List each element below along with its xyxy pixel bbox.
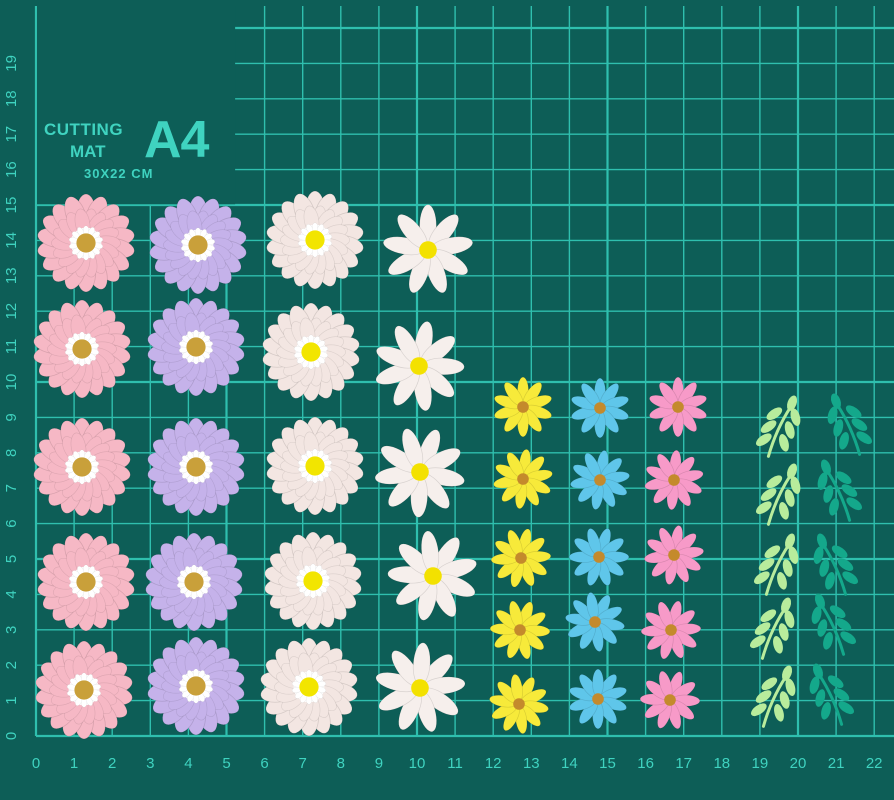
y-tick-label: 8 <box>3 449 20 457</box>
x-tick-label: 21 <box>828 755 845 772</box>
y-tick-label: 18 <box>3 90 20 107</box>
x-tick-label: 9 <box>375 755 383 772</box>
x-tick-label: 17 <box>675 755 692 772</box>
y-tick-label: 7 <box>3 484 20 492</box>
x-tick-label: 1 <box>70 755 78 772</box>
x-tick-label: 0 <box>32 755 40 772</box>
y-tick-label: 10 <box>3 374 20 391</box>
y-tick-label: 2 <box>3 661 20 669</box>
x-tick-label: 12 <box>485 755 502 772</box>
mat-size-label: A4 <box>144 111 209 169</box>
x-tick-label: 5 <box>222 755 230 772</box>
y-tick-label: 11 <box>3 339 20 355</box>
mat-label-mat: MAT <box>70 142 106 161</box>
x-tick-label: 3 <box>146 755 154 772</box>
x-tick-label: 19 <box>752 755 769 772</box>
y-tick-label: 17 <box>3 126 20 143</box>
y-tick-label: 5 <box>3 555 20 563</box>
y-tick-label: 12 <box>3 303 20 320</box>
x-tick-label: 10 <box>409 755 426 772</box>
x-tick-label: 14 <box>561 755 578 772</box>
cutting-mat-photo: 0123456789101112131415161718192021222 01… <box>0 0 894 800</box>
x-tick-label: 7 <box>299 755 307 772</box>
x-tick-label: 22 <box>866 755 883 772</box>
mat-dimensions: 30X22 CM <box>84 166 154 181</box>
y-tick-label: 6 <box>3 519 20 527</box>
y-tick-label: 9 <box>3 413 20 421</box>
x-tick-label: 13 <box>523 755 540 772</box>
y-tick-label: 0 <box>3 732 20 740</box>
x-tick-label: 8 <box>337 755 345 772</box>
x-tick-label: 20 <box>790 755 807 772</box>
y-tick-label: 3 <box>3 626 20 634</box>
x-tick-label: 15 <box>599 755 616 772</box>
y-tick-label: 1 <box>3 696 20 704</box>
y-tick-label: 15 <box>3 197 20 214</box>
y-tick-label: 13 <box>3 267 20 284</box>
x-tick-label: 16 <box>637 755 654 772</box>
x-tick-label: 4 <box>184 755 192 772</box>
x-tick-label: 18 <box>713 755 730 772</box>
x-tick-label: 11 <box>447 755 463 772</box>
y-tick-label: 14 <box>3 232 20 249</box>
x-tick-label: 6 <box>260 755 268 772</box>
mat-label-cutting: CUTTING <box>44 120 124 139</box>
y-tick-label: 19 <box>3 55 20 72</box>
y-tick-label: 4 <box>3 590 20 598</box>
x-tick-label: 2 <box>108 755 116 772</box>
y-tick-label: 16 <box>3 161 20 178</box>
